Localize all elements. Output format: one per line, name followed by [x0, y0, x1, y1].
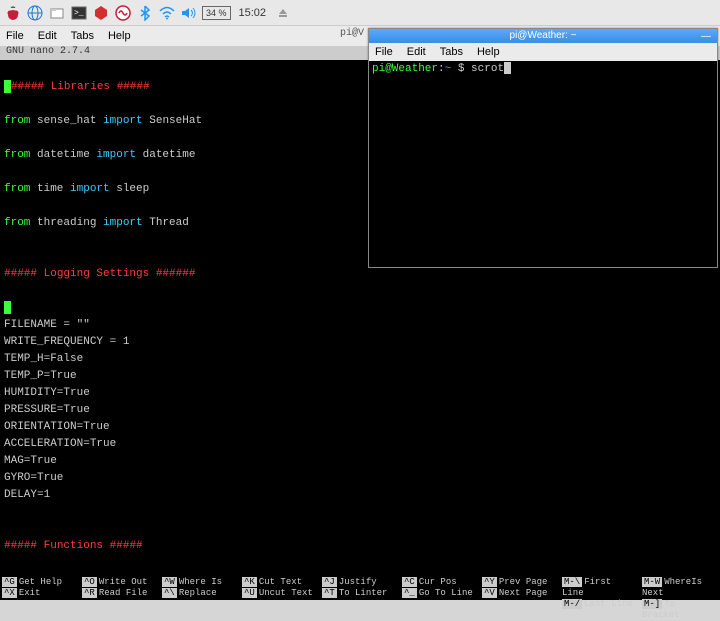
bluetooth-icon[interactable]: [136, 4, 154, 22]
volume-icon[interactable]: [180, 4, 198, 22]
terminal-title-text: pi@Weather: ~: [510, 30, 577, 41]
raspberry-menu-icon[interactable]: [4, 4, 22, 22]
menu-file[interactable]: File: [6, 30, 24, 42]
clock[interactable]: 15:02: [235, 7, 271, 19]
battery-indicator[interactable]: 34 %: [202, 6, 231, 20]
wolfram-icon[interactable]: [114, 4, 132, 22]
nano-shortcut-bar: ^GGet Help^XExit ^OWrite Out^RRead File …: [0, 576, 720, 600]
svg-text:>_: >_: [74, 9, 84, 18]
eject-icon[interactable]: [274, 4, 292, 22]
terminal-icon[interactable]: >_: [70, 4, 88, 22]
wifi-icon[interactable]: [158, 4, 176, 22]
minimize-icon[interactable]: —: [701, 30, 711, 44]
terminal-window[interactable]: pi@Weather: ~ — File Edit Tabs Help pi@W…: [368, 28, 718, 268]
term2-menu-file[interactable]: File: [375, 46, 393, 58]
nano-version: GNU nano 2.7.4: [6, 46, 90, 60]
globe-icon[interactable]: [26, 4, 44, 22]
file-manager-icon[interactable]: [48, 4, 66, 22]
background-window-title: pi@V: [340, 28, 364, 39]
term2-menu-help[interactable]: Help: [477, 46, 500, 58]
menu-help[interactable]: Help: [108, 30, 131, 42]
menu-edit[interactable]: Edit: [38, 30, 57, 42]
menu-tabs[interactable]: Tabs: [71, 30, 94, 42]
terminal-titlebar[interactable]: pi@Weather: ~ —: [369, 29, 717, 43]
term2-menu-tabs[interactable]: Tabs: [440, 46, 463, 58]
mathematica-icon[interactable]: [92, 4, 110, 22]
term2-menu-edit[interactable]: Edit: [407, 46, 426, 58]
terminal-body[interactable]: pi@Weather:~ $ scrot: [369, 61, 717, 267]
taskbar: >_ 34 % 15:02: [0, 0, 720, 26]
terminal-menubar: File Edit Tabs Help: [369, 43, 717, 61]
